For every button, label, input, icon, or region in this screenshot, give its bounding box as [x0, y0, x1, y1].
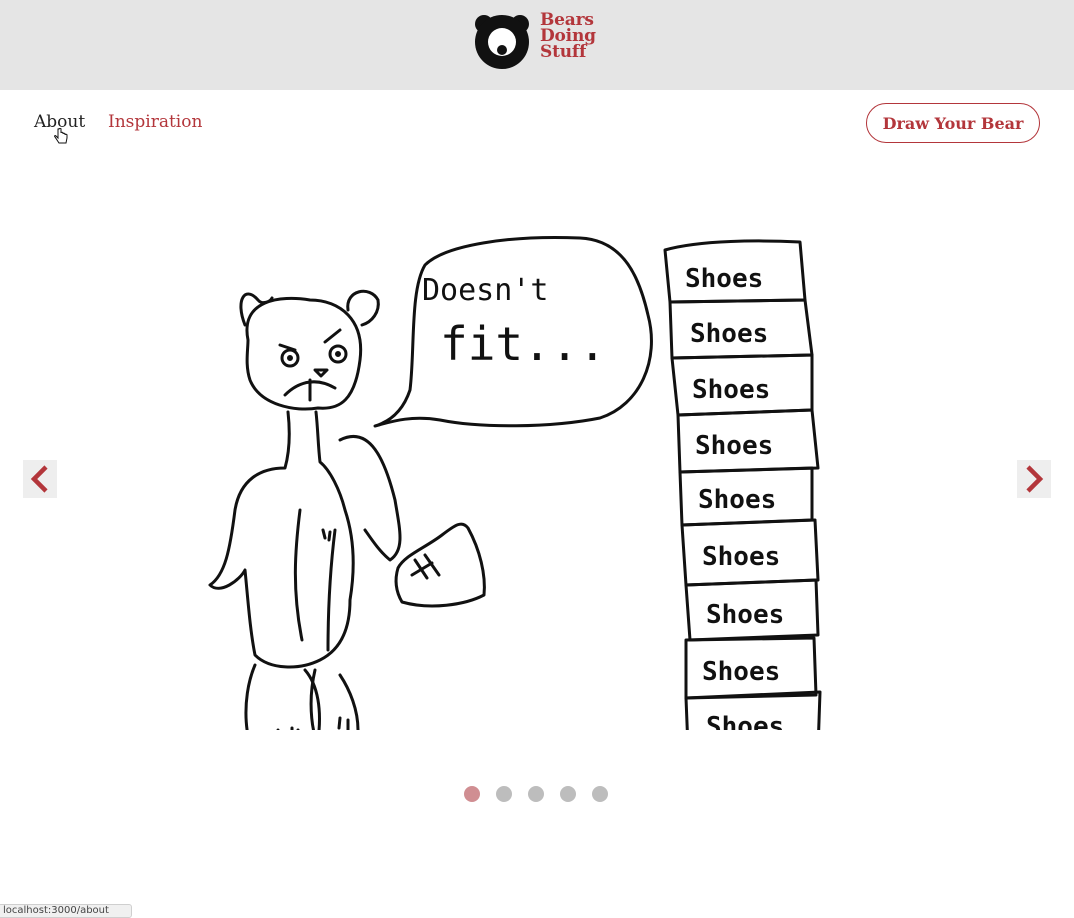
carousel-pagination	[464, 786, 608, 802]
chevron-left-icon	[30, 465, 48, 493]
hand-cursor-icon	[54, 128, 68, 144]
box-label: Shoes	[692, 375, 770, 405]
logo-home-link[interactable]: Bears Doing Stuff	[472, 12, 612, 72]
carousel-dot-1[interactable]	[464, 786, 480, 802]
browser-status-url: localhost:3000/about	[0, 904, 132, 918]
carousel-dot-2[interactable]	[496, 786, 512, 802]
box-label: Shoes	[702, 657, 780, 687]
chevron-right-icon	[1026, 465, 1044, 493]
box-label: Shoes	[695, 431, 773, 461]
bear-logo-icon	[475, 15, 529, 69]
held-shoe	[394, 522, 486, 608]
box-label: Shoes	[698, 485, 776, 515]
main-nav: About Inspiration Draw Your Bear	[0, 90, 1074, 160]
bear-body	[208, 410, 355, 669]
carousel-dot-4[interactable]	[560, 786, 576, 802]
carousel-dot-3[interactable]	[528, 786, 544, 802]
carousel-prev-button[interactable]	[23, 460, 57, 498]
image-carousel: Doesn't fit... Shoes Shoes Shoes Shoes S…	[0, 160, 1074, 780]
logo-line-3: Stuff	[540, 42, 587, 62]
carousel-dot-5[interactable]	[592, 786, 608, 802]
carousel-next-button[interactable]	[1017, 460, 1051, 498]
speech-text-line-1: Doesn't	[422, 273, 548, 308]
logo-wordmark: Bears Doing Stuff	[540, 12, 596, 62]
nav-link-inspiration[interactable]: Inspiration	[108, 112, 202, 132]
speech-text-line-2: fit...	[440, 317, 606, 371]
draw-your-bear-button[interactable]: Draw Your Bear	[866, 103, 1040, 143]
bear-head	[245, 296, 363, 411]
box-label: Shoes	[702, 542, 780, 572]
box-label: Shoes	[690, 319, 768, 349]
box-label: Shoes	[685, 264, 763, 294]
site-header: Bears Doing Stuff	[0, 0, 1074, 90]
bear-arm-right	[338, 435, 402, 562]
box-label: Shoes	[706, 600, 784, 630]
bear-drawing-image: Doesn't fit... Shoes Shoes Shoes Shoes S…	[208, 236, 822, 730]
box-label: Shoes	[706, 712, 784, 730]
bear-leg-left	[244, 663, 321, 730]
